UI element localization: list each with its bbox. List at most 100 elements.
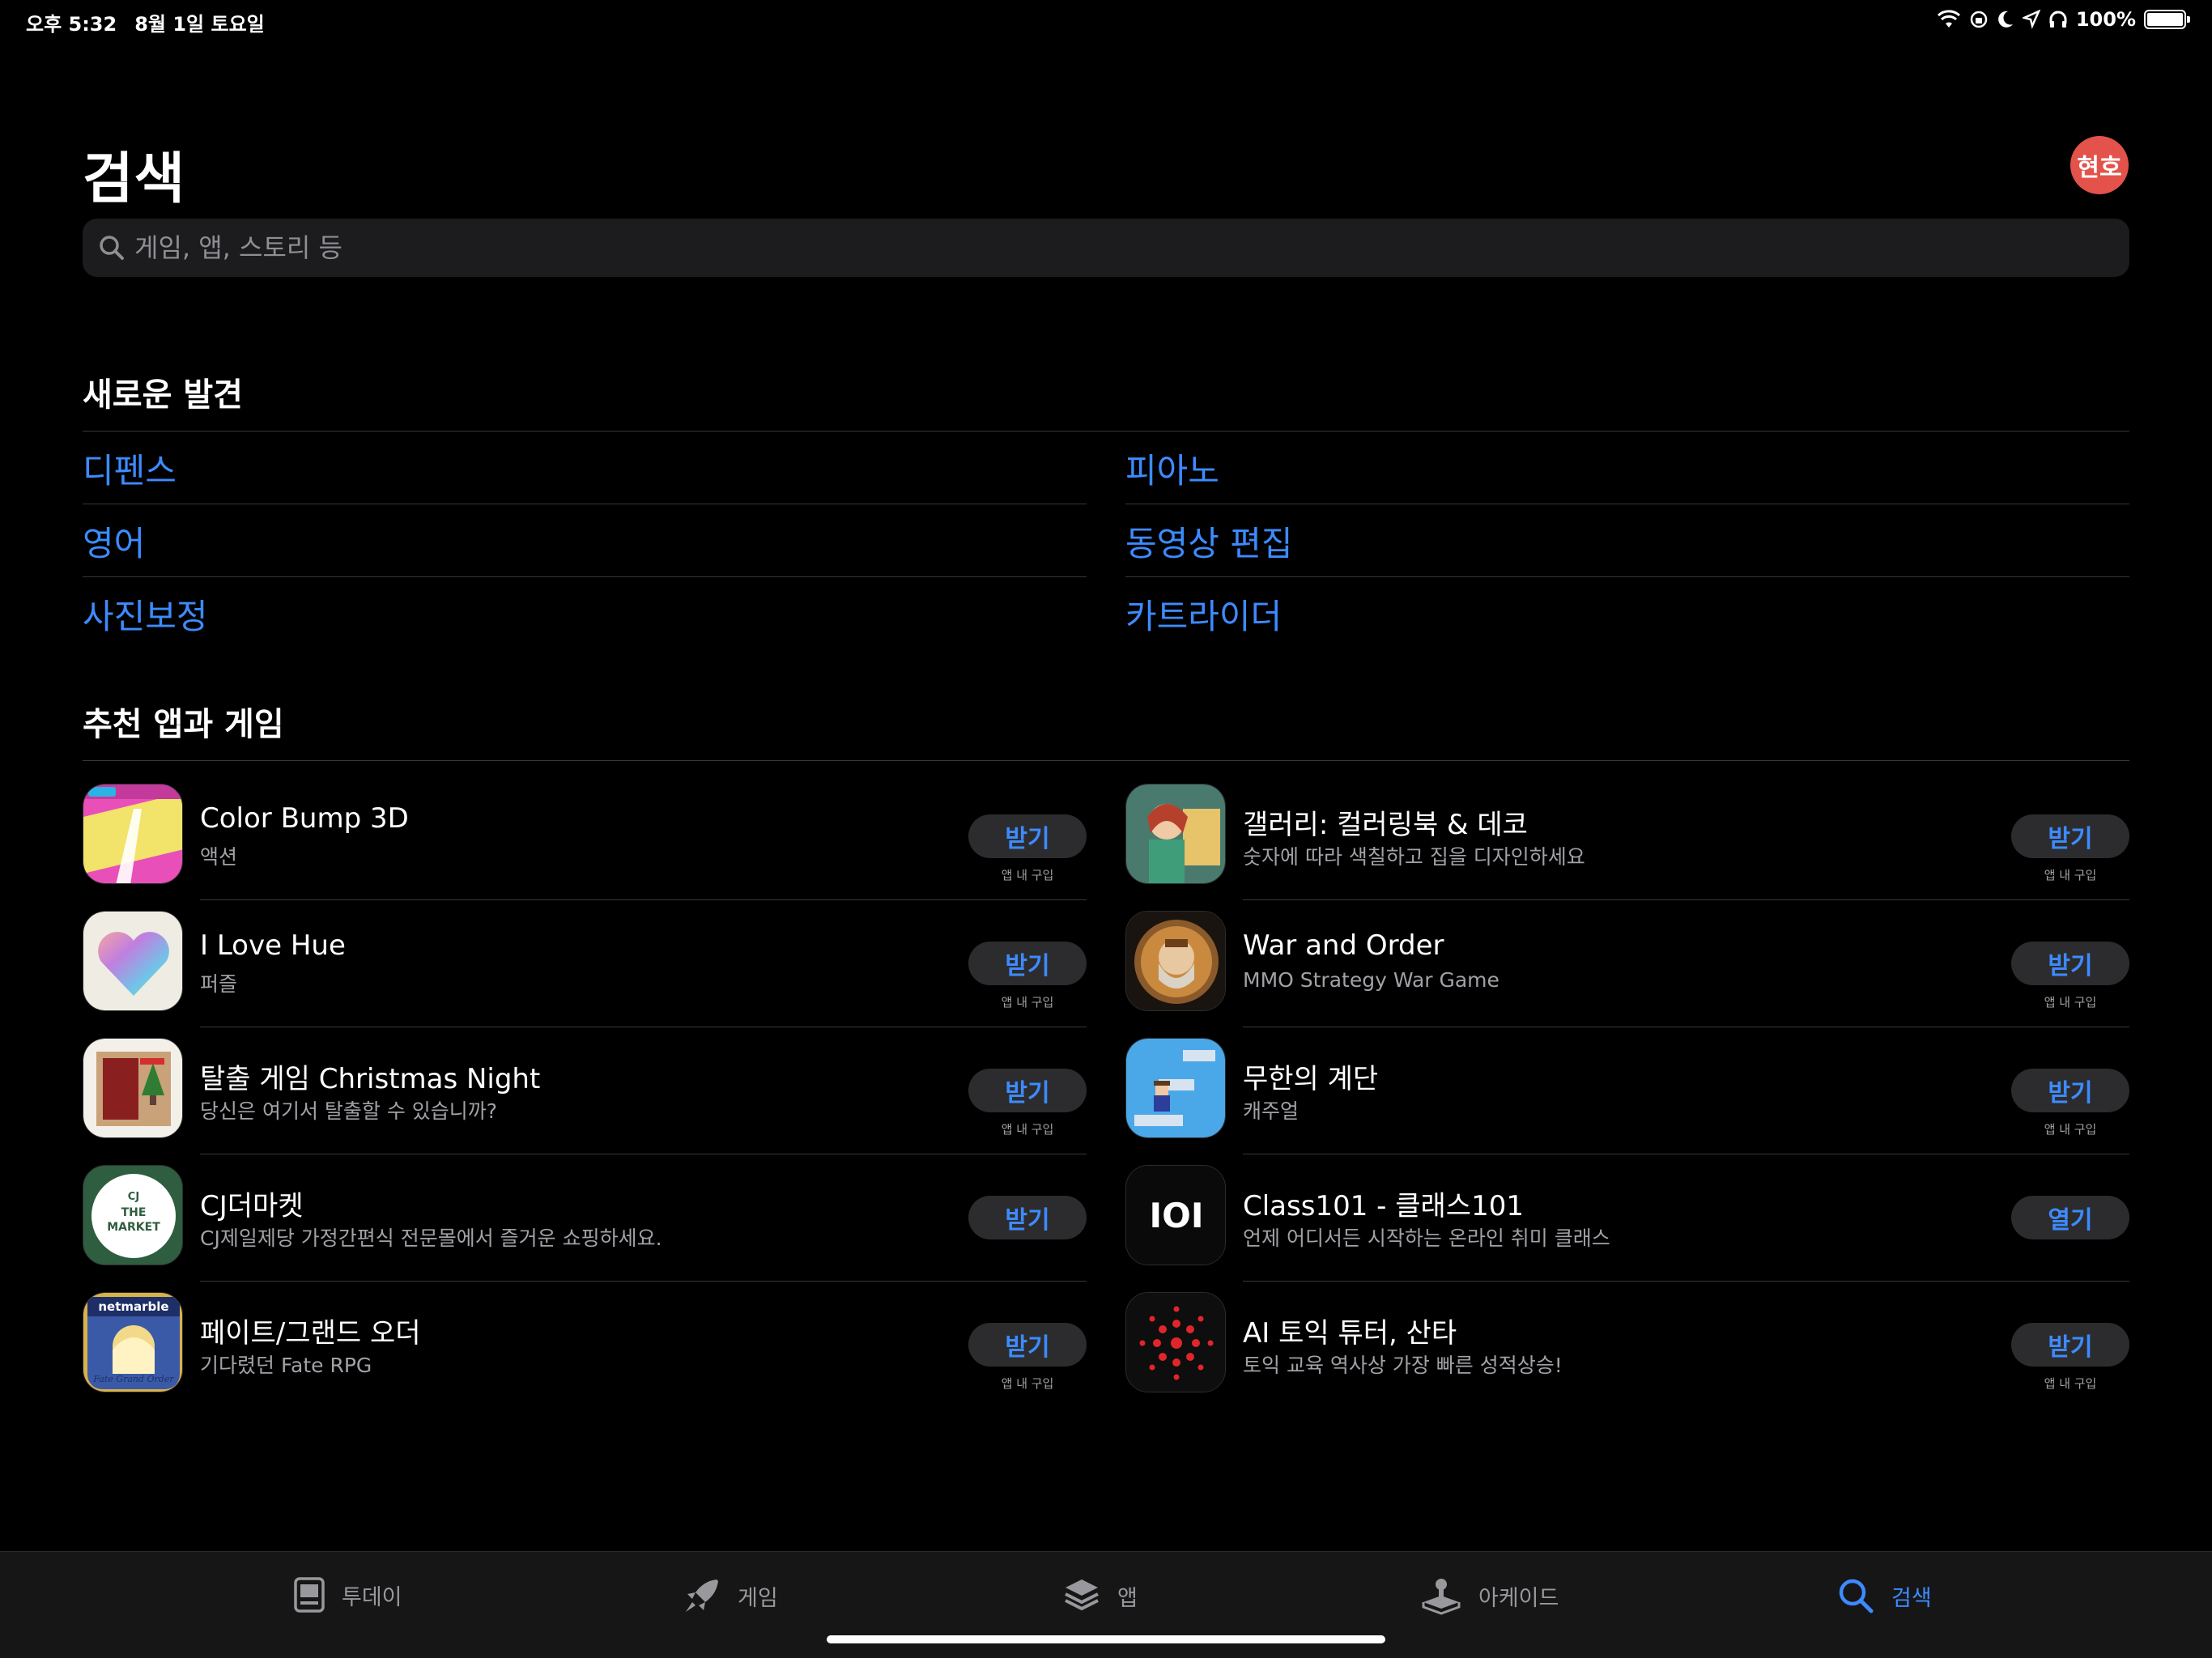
cj-market-icon: CJ THE MARKET [83, 1165, 183, 1265]
battery-percent: 100% [2075, 8, 2136, 31]
tab-label: 검색 [1891, 1585, 1932, 1611]
status-bar: 오후 5:32 8월 1일 토요일 100% [0, 0, 2212, 40]
app-subtitle: MMO Strategy War Game [1243, 968, 1499, 992]
divider [83, 760, 2129, 761]
moon-icon [1997, 11, 2013, 28]
tab-label: 게임 [738, 1585, 778, 1611]
headphones-icon [2049, 11, 2067, 28]
get-button[interactable]: 받기 [2011, 942, 2129, 985]
app-name: 갤러리: 컬러링북 & 데코 [1243, 809, 1528, 841]
app-name: 무한의 계단 [1243, 1063, 1379, 1095]
discover-link-video-edit[interactable]: 동영상 편집 [1125, 517, 1293, 566]
in-app-purchase-note: 앱 내 구입 [2044, 1122, 2097, 1137]
christmas-room-icon [83, 1038, 183, 1138]
app-name: 페이트/그랜드 오더 [200, 1317, 421, 1350]
app-name: AI 토익 튜터, 산타 [1243, 1317, 1457, 1350]
app-row-class101[interactable]: IOI Class101 - 클래스101 언제 어디서든 시작하는 온라인 취… [1125, 1154, 2129, 1282]
in-app-purchase-note: 앱 내 구입 [2044, 1376, 2097, 1391]
app-row-christmas-night[interactable]: 탈출 게임 Christmas Night 당신은 여기서 탈출할 수 있습니까… [83, 1027, 1087, 1154]
search-bar[interactable] [83, 219, 2129, 277]
in-app-purchase-note: 앱 내 구입 [2044, 995, 2097, 1010]
app-row-war-and-order[interactable]: War and Order MMO Strategy War Game 받기 앱… [1125, 900, 2129, 1027]
tab-label: 투데이 [342, 1584, 402, 1610]
open-button[interactable]: 열기 [2011, 1196, 2129, 1239]
arcade-joystick-icon [1422, 1579, 1461, 1615]
home-indicator[interactable] [827, 1635, 1385, 1643]
war-order-icon [1125, 911, 1226, 1011]
get-button[interactable]: 받기 [968, 1069, 1087, 1112]
app-subtitle: 언제 어디서든 시작하는 온라인 취미 클래스 [1243, 1226, 1610, 1250]
gallery-coloring-icon [1125, 784, 1226, 884]
get-button[interactable]: 받기 [968, 1196, 1087, 1239]
status-date: 8월 1일 토요일 [134, 13, 265, 36]
search-icon [1839, 1579, 1874, 1613]
heart-hue-icon [83, 911, 183, 1011]
app-subtitle: 토익 교육 역사상 가장 빠른 성적상승! [1243, 1354, 1563, 1377]
fate-icon-text: Fate Grand Order [92, 1374, 174, 1384]
today-icon [294, 1577, 325, 1613]
tab-arcade[interactable]: 아케이드 [1420, 1576, 1559, 1615]
discover-link-piano[interactable]: 피아노 [1125, 444, 1219, 493]
app-name: I Love Hue [200, 929, 346, 962]
tab-label: 앱 [1117, 1585, 1138, 1611]
tab-label: 아케이드 [1478, 1585, 1559, 1611]
account-avatar[interactable]: 현호 [2070, 136, 2129, 194]
app-subtitle: 퍼즐 [200, 972, 238, 996]
discover-section-title: 새로운 발견 [83, 376, 243, 414]
page-title: 검색 [83, 147, 186, 211]
get-button[interactable]: 받기 [968, 814, 1087, 858]
wifi-icon [1937, 10, 1960, 28]
in-app-purchase-note: 앱 내 구입 [2044, 868, 2097, 882]
get-button[interactable]: 받기 [2011, 814, 2129, 858]
app-name: 탈출 게임 Christmas Night [200, 1063, 541, 1095]
divider [1125, 576, 2129, 577]
tab-today[interactable]: 투데이 [293, 1576, 402, 1613]
get-button[interactable]: 받기 [2011, 1323, 2129, 1367]
fate-go-icon: netmarble Fate Grand Order [83, 1292, 183, 1392]
discover-link-kartrider[interactable]: 카트라이더 [1125, 589, 1282, 639]
fate-icon-text: netmarble [98, 1299, 168, 1314]
discover-link-english[interactable]: 영어 [83, 517, 145, 566]
tab-search[interactable]: 검색 [1836, 1576, 1932, 1615]
search-input[interactable] [134, 232, 2078, 263]
in-app-purchase-note: 앱 내 구입 [1001, 868, 1054, 882]
app-subtitle: 기다렸던 Fate RPG [200, 1354, 372, 1377]
screen-lock-icon [1970, 11, 1988, 28]
app-subtitle: 캐주얼 [1243, 1099, 1300, 1123]
app-row-cj-the-market[interactable]: CJ THE MARKET CJ더마켓 CJ제일제당 가정간편식 전문몰에서 즐… [83, 1154, 1087, 1282]
cj-icon-text: MARKET [107, 1221, 160, 1234]
status-time: 오후 5:32 [26, 13, 117, 36]
santa-toeic-icon [1125, 1292, 1226, 1392]
divider [83, 431, 2129, 432]
battery-icon [2144, 10, 2190, 29]
app-row-color-bump[interactable]: Color Bump 3D 액션 받기 앱 내 구입 [83, 773, 1087, 900]
location-icon [2022, 10, 2040, 29]
divider [83, 576, 1087, 577]
app-subtitle: CJ제일제당 가정간편식 전문몰에서 즐거운 쇼핑하세요. [200, 1226, 662, 1250]
discover-link-defense[interactable]: 디펜스 [83, 444, 177, 493]
in-app-purchase-note: 앱 내 구입 [1001, 1122, 1054, 1137]
cj-icon-text: THE [121, 1206, 147, 1219]
app-row-i-love-hue[interactable]: I Love Hue 퍼즐 받기 앱 내 구입 [83, 900, 1087, 1027]
app-name: Color Bump 3D [200, 802, 409, 835]
app-row-infinite-stairs[interactable]: 무한의 계단 캐주얼 받기 앱 내 구입 [1125, 1027, 2129, 1154]
app-row-santa-toeic[interactable]: AI 토익 튜터, 산타 토익 교육 역사상 가장 빠른 성적상승! 받기 앱 … [1125, 1282, 2129, 1409]
get-button[interactable]: 받기 [968, 942, 1087, 985]
suggested-section-title: 추천 앱과 게임 [83, 706, 284, 743]
rocket-icon [686, 1579, 718, 1612]
in-app-purchase-note: 앱 내 구입 [1001, 1376, 1054, 1391]
infinite-stairs-icon [1125, 1038, 1226, 1138]
app-row-fate-grand-order[interactable]: netmarble Fate Grand Order 페이트/그랜드 오더 기다… [83, 1282, 1087, 1409]
app-subtitle: 숫자에 따라 색칠하고 집을 디자인하세요 [1243, 845, 1585, 869]
get-button[interactable]: 받기 [968, 1323, 1087, 1367]
app-row-gallery-coloring[interactable]: 갤러리: 컬러링북 & 데코 숫자에 따라 색칠하고 집을 디자인하세요 받기 … [1125, 773, 2129, 900]
tab-games[interactable]: 게임 [683, 1576, 778, 1615]
app-name: War and Order [1243, 929, 1444, 962]
discover-link-photo-edit[interactable]: 사진보정 [83, 589, 208, 639]
color-bump-icon [83, 784, 183, 884]
tab-apps[interactable]: 앱 [1062, 1576, 1138, 1615]
cj-icon-text: CJ [128, 1191, 139, 1203]
app-name: Class101 - 클래스101 [1243, 1190, 1524, 1222]
get-button[interactable]: 받기 [2011, 1069, 2129, 1112]
class101-icon: IOI [1125, 1165, 1226, 1265]
